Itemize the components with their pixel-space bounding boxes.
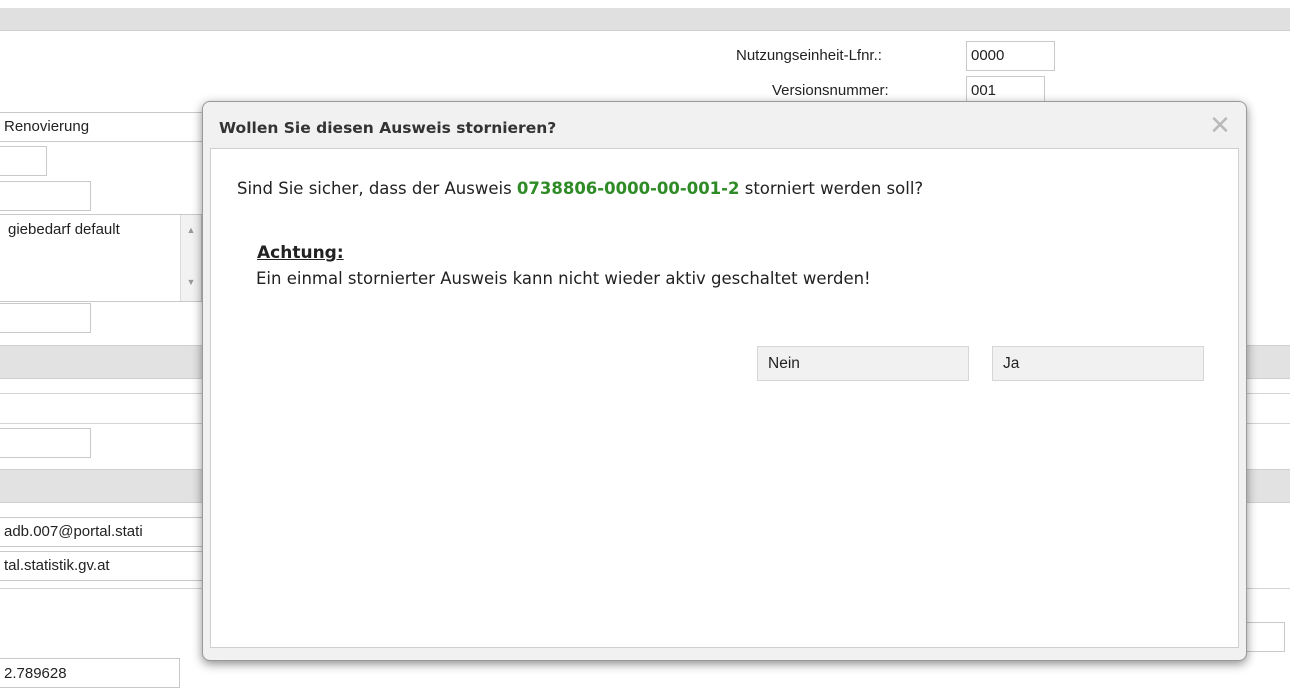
- small-input-2[interactable]: [0, 181, 91, 211]
- scroll-up-icon[interactable]: ▲: [181, 225, 201, 235]
- question-suffix: storniert werden soll?: [739, 179, 924, 198]
- confirm-question: Sind Sie sicher, dass der Ausweis 073880…: [237, 179, 923, 198]
- email-field-2[interactable]: tal.statistik.gv.at: [0, 551, 205, 581]
- warning-heading: Achtung:: [257, 243, 344, 263]
- nutzungseinheit-field[interactable]: 0000: [966, 41, 1055, 71]
- number-field[interactable]: 2.789628: [0, 658, 180, 688]
- ausweis-number: 0738806-0000-00-001-2: [516, 179, 740, 198]
- right-input[interactable]: [1245, 622, 1285, 652]
- close-icon[interactable]: ✕: [1208, 113, 1232, 139]
- small-input-1[interactable]: [0, 146, 47, 176]
- nutzungseinheit-label: Nutzungseinheit-Lfnr.:: [736, 47, 882, 64]
- energiebedarf-label: giebedarf default: [8, 221, 120, 238]
- question-prefix: Sind Sie sicher, dass der Ausweis: [237, 179, 517, 198]
- small-input-4[interactable]: [0, 428, 91, 458]
- no-button[interactable]: Nein: [757, 346, 969, 381]
- warning-text: Ein einmal stornierter Ausweis kann nich…: [256, 269, 871, 288]
- scroll-down-icon[interactable]: ▼: [181, 277, 201, 287]
- top-bar-strip: [0, 8, 1290, 31]
- small-input-3[interactable]: [0, 303, 91, 333]
- dialog-title: Wollen Sie diesen Ausweis stornieren?: [219, 119, 557, 137]
- confirm-dialog: Wollen Sie diesen Ausweis stornieren? ✕ …: [202, 101, 1247, 661]
- email-field-1[interactable]: adb.007@portal.stati: [0, 517, 205, 547]
- renovierung-field[interactable]: Renovierung: [0, 112, 205, 142]
- top-bar: [0, 0, 1290, 31]
- versionsnummer-label: Versionsnummer:: [772, 82, 889, 99]
- scrollbar[interactable]: ▲ ▼: [180, 215, 201, 301]
- dialog-body: Sind Sie sicher, dass der Ausweis 073880…: [210, 148, 1239, 648]
- yes-button[interactable]: Ja: [992, 346, 1204, 381]
- energiebedarf-select[interactable]: giebedarf default ▲ ▼: [0, 214, 202, 302]
